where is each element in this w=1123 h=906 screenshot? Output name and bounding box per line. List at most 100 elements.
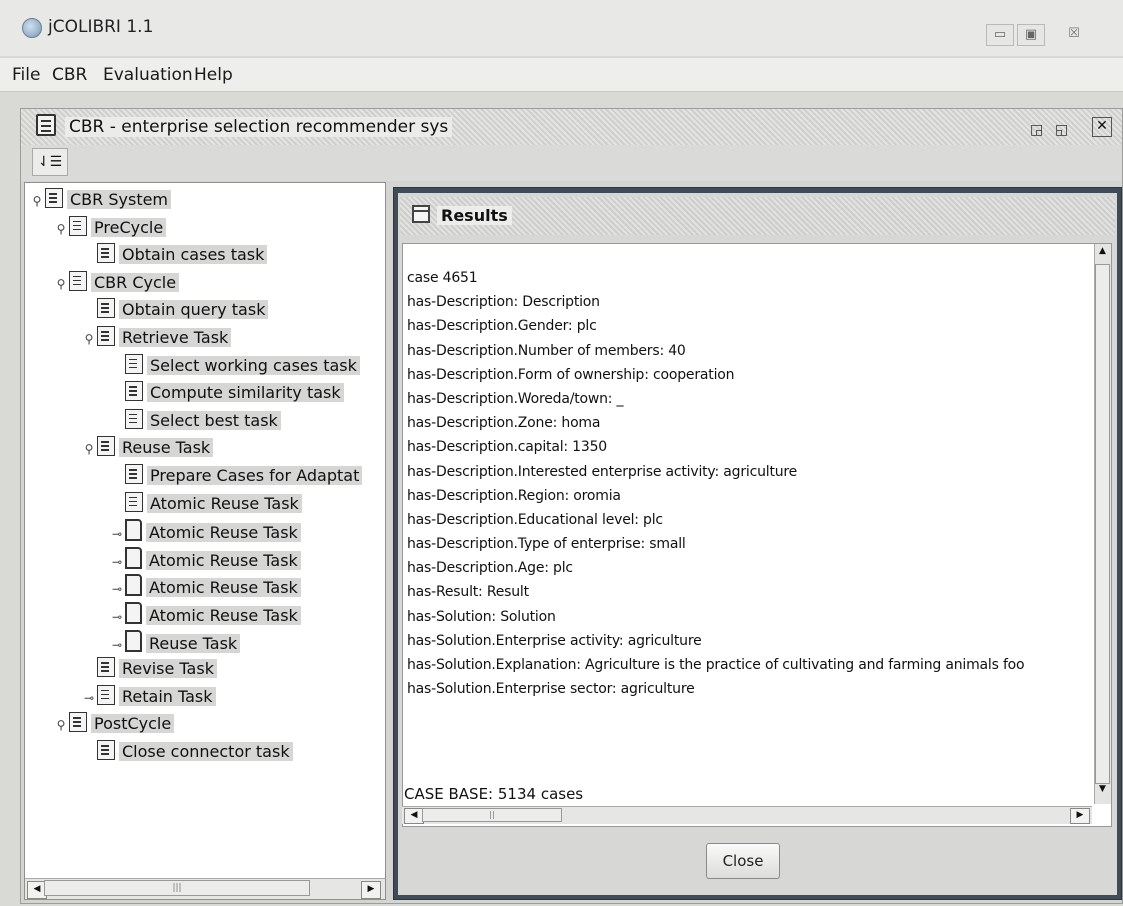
tree-node-label: Reuse Task — [146, 633, 241, 653]
tree-node-label: Prepare Cases for Adaptat — [147, 466, 363, 485]
task-list-icon — [69, 270, 87, 291]
tree-node[interactable]: ⚲ Retrieve Task — [81, 326, 232, 352]
task-list-icon — [97, 684, 115, 705]
menu-cbr[interactable]: CBR — [52, 65, 87, 85]
frame-minimize-icon[interactable]: ◲ — [1030, 122, 1043, 138]
result-line: has-Description: Description — [407, 294, 600, 311]
tree-node-label: Retrieve Task — [119, 328, 232, 347]
task-list-icon — [125, 353, 143, 374]
tree-node[interactable]: Prepare Cases for Adaptat — [109, 464, 363, 490]
frame-maximize-icon[interactable]: ◱ — [1055, 122, 1068, 138]
result-line: has-Description.Interested enterprise ac… — [407, 463, 798, 480]
tree-node[interactable]: ⊸ Atomic Reuse Task — [109, 602, 301, 628]
document-icon — [125, 629, 142, 652]
collapse-handle-icon[interactable]: ⊸ — [109, 527, 125, 541]
tree-node[interactable]: ⊸ Reuse Task — [109, 629, 241, 656]
tree-node[interactable]: Select best task — [109, 408, 281, 435]
task-list-icon — [125, 464, 143, 484]
tree-node[interactable]: Obtain query task — [81, 298, 269, 324]
task-list-icon — [125, 381, 143, 402]
task-list-icon — [97, 298, 115, 319]
tree-node-label: Reuse Task — [119, 438, 214, 458]
result-line: has-Description.Form of ownership: coope… — [407, 366, 735, 383]
expand-handle-icon[interactable]: ⚲ — [53, 222, 69, 236]
result-line: has-Description.Gender: plc — [407, 318, 597, 335]
tree-layout-icon[interactable]: ⇃☰ — [32, 148, 68, 176]
tree-node-label: Close connector task — [119, 742, 293, 761]
frame-close-icon[interactable]: ✕ — [1092, 117, 1112, 137]
result-line: has-Description.capital: 1350 — [407, 439, 607, 456]
expand-handle-icon[interactable]: ⚲ — [29, 194, 45, 208]
tree-node[interactable]: Compute similarity task — [109, 381, 344, 407]
collapse-handle-icon[interactable]: ⊸ — [109, 638, 125, 652]
task-list-icon — [97, 243, 115, 264]
tree-node-label: Select best task — [147, 410, 281, 430]
expand-handle-icon[interactable]: ⚲ — [53, 277, 69, 291]
tree-node[interactable]: ⚲ PreCycle — [53, 215, 167, 242]
tree-node[interactable]: Select working cases task — [109, 353, 360, 380]
menu-file[interactable]: File — [12, 65, 40, 85]
tree-node-label: Select working cases task — [147, 355, 360, 375]
tree-node[interactable]: Atomic Reuse Task — [109, 491, 302, 518]
task-list-icon — [97, 326, 115, 346]
result-line: has-Solution.Enterprise sector: agricult… — [407, 681, 695, 698]
scroll-right-icon[interactable]: ▶ — [1070, 808, 1090, 824]
results-hscroll-thumb[interactable]: || — [422, 808, 562, 822]
scroll-left-icon[interactable]: ◀ — [404, 808, 424, 824]
tree-node-label: Revise Task — [119, 659, 217, 679]
results-title: Results — [437, 206, 512, 225]
document-icon — [125, 602, 142, 624]
task-list-icon — [97, 436, 115, 457]
tree-node[interactable]: ⚲ CBR Cycle — [53, 270, 180, 297]
result-line: has-Description.Region: oromia — [407, 487, 621, 504]
tree-node[interactable]: Close connector task — [81, 740, 293, 766]
collapse-handle-icon[interactable]: ⊸ — [109, 582, 125, 596]
collapse-handle-icon[interactable]: ⊸ — [109, 610, 125, 624]
expand-handle-icon[interactable]: ⚲ — [81, 442, 97, 456]
tree-node[interactable]: ⚲ PostCycle — [53, 712, 175, 738]
tree-node[interactable]: ⊸ Atomic Reuse Task — [109, 519, 301, 545]
results-lines: case 4651 has-Description: Description has… — [407, 266, 1025, 701]
scroll-up-icon[interactable]: ▲ — [1095, 246, 1110, 262]
scroll-down-icon[interactable]: ▼ — [1095, 784, 1110, 800]
tree-node-label: Atomic Reuse Task — [146, 578, 301, 598]
result-line: has-Description.Educational level: plc — [407, 511, 663, 528]
result-line: has-Solution.Explanation: Agriculture is… — [407, 657, 1025, 673]
tree-scroll-thumb[interactable]: ||| — [44, 880, 310, 896]
tree-node[interactable]: ⚲ CBR System — [29, 188, 172, 214]
tree-node-label: PostCycle — [91, 714, 175, 734]
task-list-icon — [69, 712, 87, 733]
collapse-handle-icon[interactable]: ⊸ — [109, 555, 125, 569]
tree-node[interactable]: ⊸ Retain Task — [81, 684, 216, 711]
menu-help[interactable]: Help — [194, 65, 233, 85]
collapse-handle-icon[interactable]: ⊸ — [81, 691, 97, 705]
maximize-button[interactable]: ▣ — [1017, 24, 1045, 46]
tree-node-label: Retain Task — [119, 686, 216, 706]
minimize-button[interactable]: ▭ — [986, 24, 1014, 46]
window-title-bar[interactable] — [0, 0, 1123, 56]
result-line: has-Description.Woreda/town: _ — [407, 390, 624, 407]
result-line: has-Description.Zone: homa — [407, 415, 601, 432]
document-icon — [125, 574, 142, 597]
tree-node[interactable]: ⊸ Atomic Reuse Task — [109, 546, 301, 573]
tree-node-label: PreCycle — [91, 217, 167, 237]
results-vscroll-thumb[interactable] — [1095, 264, 1110, 784]
task-list-icon — [45, 188, 63, 208]
close-button[interactable]: Close — [706, 843, 780, 879]
tree-node[interactable]: ⚲ Reuse Task — [81, 436, 214, 462]
tree-node[interactable]: ⊸ Atomic Reuse Task — [109, 574, 301, 600]
window-icon — [412, 205, 430, 223]
result-line: case 4651 — [407, 270, 478, 286]
menu-evaluation[interactable]: Evaluation — [103, 65, 193, 85]
expand-handle-icon[interactable]: ⚲ — [53, 718, 69, 732]
scroll-right-icon[interactable]: ▶ — [361, 881, 381, 899]
results-text-area[interactable]: case 4651 has-Description: Description has… — [402, 243, 1112, 827]
tree-node-label: CBR System — [67, 190, 172, 209]
tree-node[interactable]: Obtain cases task — [81, 243, 268, 269]
frame-toolbar — [21, 145, 1122, 181]
tree-node[interactable]: Revise Task — [81, 657, 217, 683]
task-list-icon — [125, 408, 143, 429]
close-window-button[interactable]: ☒ — [1060, 24, 1088, 46]
document-icon — [125, 546, 142, 569]
expand-handle-icon[interactable]: ⚲ — [81, 332, 97, 346]
